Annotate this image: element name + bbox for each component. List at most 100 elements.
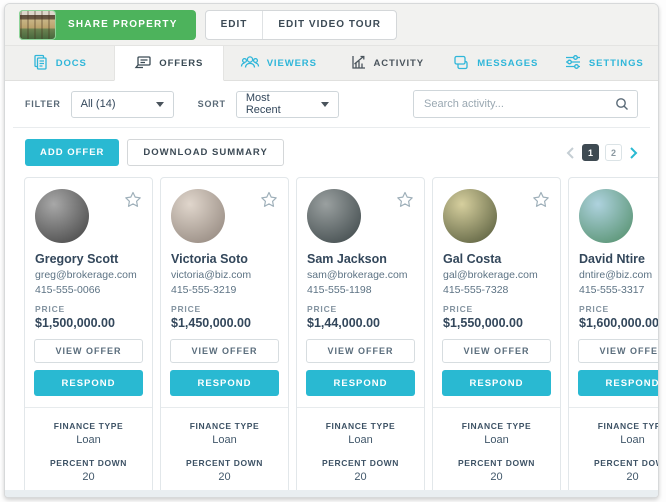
offer-price: $1,500,000.00 (35, 316, 142, 330)
card-buttons: VIEW OFFER RESPOND (297, 330, 424, 396)
tab-bar: DOCS OFFERS VIEWERS (5, 46, 658, 81)
next-page-icon[interactable] (628, 146, 638, 160)
page-button-2[interactable]: 2 (605, 144, 622, 161)
offer-price: $1,44,000.00 (307, 316, 414, 330)
view-offer-button[interactable]: VIEW OFFER (306, 339, 415, 363)
tab-offers[interactable]: OFFERS (114, 46, 225, 81)
percent-down-value: 20 (29, 471, 148, 483)
view-offer-button[interactable]: VIEW OFFER (34, 339, 143, 363)
percent-down-label: PERCENT DOWN (301, 458, 420, 468)
chevron-down-icon (156, 102, 164, 107)
finance-type-label: FINANCE TYPE (301, 421, 420, 431)
viewers-icon (240, 54, 260, 73)
card-top: David Ntire dntire@biz.com 415-555-3317 … (569, 178, 658, 330)
respond-button[interactable]: RESPOND (34, 370, 143, 396)
finance-type-label: FINANCE TYPE (437, 421, 556, 431)
card-buttons: VIEW OFFER RESPOND (25, 330, 152, 396)
offer-card: Gal Costa gal@brokerage.com 415-555-7328… (432, 177, 561, 490)
edit-button-group: EDIT EDIT VIDEO TOUR (205, 10, 397, 40)
offer-email: sam@brokerage.com (307, 269, 414, 281)
respond-button[interactable]: RESPOND (170, 370, 279, 396)
offer-phone: 415-555-3219 (171, 284, 278, 296)
settings-icon (564, 54, 582, 73)
card-details: FINANCE TYPE Loan PERCENT DOWN 20 FINANC… (433, 408, 560, 490)
add-offer-button[interactable]: ADD OFFER (25, 139, 119, 166)
view-offer-button[interactable]: VIEW OFFER (170, 339, 279, 363)
offer-name: Gal Costa (443, 252, 550, 266)
star-icon[interactable] (260, 191, 278, 214)
pagination: 1 2 (566, 144, 638, 161)
search-icon (615, 97, 629, 116)
search-input[interactable] (413, 90, 638, 118)
page-button-1[interactable]: 1 (582, 144, 599, 161)
percent-down-label: PERCENT DOWN (437, 458, 556, 468)
star-icon[interactable] (532, 191, 550, 214)
offer-phone: 415-555-3317 (579, 284, 658, 296)
percent-down-label: PERCENT DOWN (29, 458, 148, 468)
filter-toolbar: FILTER All (14) SORT Most Recent (5, 81, 658, 127)
download-summary-button[interactable]: DOWNLOAD SUMMARY (127, 139, 283, 166)
percent-down-value: 20 (573, 471, 658, 483)
avatar (35, 189, 89, 243)
tab-settings[interactable]: SETTINGS (550, 46, 659, 81)
percent-down-value: 20 (301, 471, 420, 483)
finance-type-value: Loan (437, 434, 556, 446)
card-top: Victoria Soto victoria@biz.com 415-555-3… (161, 178, 288, 330)
offer-price: $1,450,000.00 (171, 316, 278, 330)
tab-docs[interactable]: DOCS (5, 46, 114, 81)
star-icon[interactable] (124, 191, 142, 214)
offer-name: David Ntire (579, 252, 658, 266)
docs-icon (32, 54, 49, 73)
star-icon[interactable] (396, 191, 414, 214)
price-label: PRICE (579, 304, 658, 314)
sort-dropdown[interactable]: Most Recent (236, 91, 339, 118)
price-label: PRICE (35, 304, 142, 314)
offer-card: Victoria Soto victoria@biz.com 415-555-3… (160, 177, 289, 490)
bottom-strip (5, 490, 658, 497)
respond-button[interactable]: RESPOND (306, 370, 415, 396)
offer-card: David Ntire dntire@biz.com 415-555-3317 … (568, 177, 658, 490)
share-property-button[interactable]: SHARE PROPERTY (19, 10, 196, 40)
percent-down-value: 20 (165, 471, 284, 483)
card-top: Gregory Scott greg@brokerage.com 415-555… (25, 178, 152, 330)
offers-icon (134, 54, 152, 73)
tab-activity[interactable]: ACTIVITY (333, 46, 442, 81)
finance-type-value: Loan (29, 434, 148, 446)
offer-name: Gregory Scott (35, 252, 142, 266)
chevron-down-icon (321, 102, 329, 107)
respond-button[interactable]: RESPOND (442, 370, 551, 396)
finance-type-label: FINANCE TYPE (573, 421, 658, 431)
percent-down-label: PERCENT DOWN (573, 458, 658, 468)
view-offer-button[interactable]: VIEW OFFER (578, 339, 658, 363)
avatar (171, 189, 225, 243)
respond-button[interactable]: RESPOND (578, 370, 658, 396)
actions-row: ADD OFFER DOWNLOAD SUMMARY 1 2 (5, 128, 658, 177)
edit-button[interactable]: EDIT (206, 11, 263, 39)
card-details: FINANCE TYPE Loan PERCENT DOWN 20 FINANC… (569, 408, 658, 490)
offer-phone: 415-555-1198 (307, 284, 414, 296)
tab-viewers[interactable]: VIEWERS (224, 46, 333, 81)
view-offer-button[interactable]: VIEW OFFER (442, 339, 551, 363)
finance-type-value: Loan (165, 434, 284, 446)
filter-label: FILTER (25, 99, 61, 109)
offer-email: dntire@biz.com (579, 269, 658, 281)
offer-email: greg@brokerage.com (35, 269, 142, 281)
card-details: FINANCE TYPE Loan PERCENT DOWN 20 FINANC… (25, 408, 152, 490)
card-buttons: VIEW OFFER RESPOND (569, 330, 658, 396)
sort-label: SORT (198, 99, 226, 109)
edit-video-tour-button[interactable]: EDIT VIDEO TOUR (263, 11, 396, 39)
finance-type-value: Loan (573, 434, 658, 446)
tab-settings-label: SETTINGS (589, 58, 644, 69)
tab-offers-label: OFFERS (159, 58, 203, 69)
search-box (413, 90, 638, 118)
tab-viewers-label: VIEWERS (267, 58, 317, 69)
activity-icon (350, 54, 367, 73)
property-thumbnail (19, 10, 56, 40)
tab-activity-label: ACTIVITY (374, 58, 424, 69)
filter-dropdown[interactable]: All (14) (71, 91, 174, 118)
sort-dropdown-value: Most Recent (246, 92, 307, 116)
prev-page-icon[interactable] (566, 146, 576, 160)
messages-icon (452, 54, 470, 73)
tab-messages[interactable]: MESSAGES (441, 46, 550, 81)
offer-price: $1,550,000.00 (443, 316, 550, 330)
